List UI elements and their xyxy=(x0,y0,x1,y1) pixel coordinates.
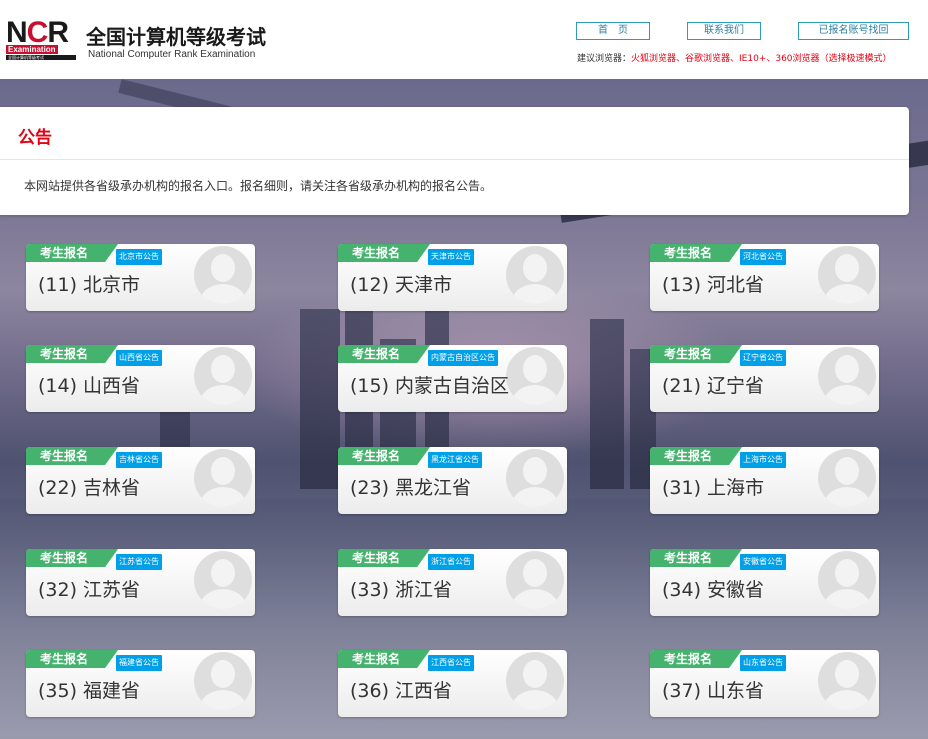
announcement-badge[interactable]: 江西省公告 xyxy=(428,655,474,671)
announcement-badge[interactable]: 黑龙江省公告 xyxy=(428,452,482,468)
user-avatar-icon xyxy=(818,246,876,304)
browser-tip-label: 建议浏览器： xyxy=(577,54,632,64)
site-subtitle: National Computer Rank Examination xyxy=(88,49,256,60)
account-recovery-button[interactable]: 已报名账号找回 xyxy=(798,22,909,40)
home-button[interactable]: 首 页 xyxy=(576,22,650,40)
registration-tag-label: 考生报名 xyxy=(352,652,401,666)
province-name: (21) 辽宁省 xyxy=(662,375,765,397)
user-avatar-icon xyxy=(194,347,252,405)
logo-mark: NCR xyxy=(6,16,69,49)
province-card[interactable]: 考生报名 江西省公告 (36) 江西省 xyxy=(338,650,567,717)
announcement-badge[interactable]: 福建省公告 xyxy=(116,655,162,671)
notice-divider xyxy=(0,159,909,160)
ncre-logo[interactable]: NCR Examination 全国计算机等级考试 xyxy=(6,18,78,60)
province-card[interactable]: 考生报名 江苏省公告 (32) 江苏省 xyxy=(26,549,255,616)
user-avatar-icon xyxy=(506,652,564,710)
registration-tag-label: 考生报名 xyxy=(352,246,401,260)
province-card[interactable]: 考生报名 浙江省公告 (33) 浙江省 xyxy=(338,549,567,616)
province-card[interactable]: 考生报名 黑龙江省公告 (23) 黑龙江省 xyxy=(338,447,567,514)
logo-exam-label: Examination xyxy=(6,45,58,54)
contact-us-button[interactable]: 联系我们 xyxy=(687,22,761,40)
province-card[interactable]: 考生报名 吉林省公告 (22) 吉林省 xyxy=(26,447,255,514)
site-header: NCR Examination 全国计算机等级考试 全国计算机等级考试 Nati… xyxy=(0,0,928,79)
registration-tag-label: 考生报名 xyxy=(40,246,89,260)
registration-tag-label: 考生报名 xyxy=(664,347,713,361)
announcement-badge[interactable]: 山东省公告 xyxy=(740,655,786,671)
province-card[interactable]: 考生报名 内蒙古自治区公告 (15) 内蒙古自治区 xyxy=(338,345,567,412)
user-avatar-icon xyxy=(194,246,252,304)
province-card[interactable]: 考生报名 山西省公告 (14) 山西省 xyxy=(26,345,255,412)
registration-tag-label: 考生报名 xyxy=(40,347,89,361)
user-avatar-icon xyxy=(506,246,564,304)
registration-tag-label: 考生报名 xyxy=(40,449,89,463)
logo-sub-label: 全国计算机等级考试 xyxy=(6,55,76,60)
announcement-badge[interactable]: 天津市公告 xyxy=(428,249,474,265)
announcement-badge[interactable]: 江苏省公告 xyxy=(116,554,162,570)
province-name: (22) 吉林省 xyxy=(38,477,141,499)
notice-body: 本网站提供各省级承办机构的报名入口。报名细则，请关注各省级承办机构的报名公告。 xyxy=(24,179,493,193)
notice-panel: 公告 本网站提供各省级承办机构的报名入口。报名细则，请关注各省级承办机构的报名公… xyxy=(0,107,909,215)
announcement-badge[interactable]: 河北省公告 xyxy=(740,249,786,265)
province-name: (33) 浙江省 xyxy=(350,579,453,601)
building xyxy=(300,309,340,489)
registration-tag-label: 考生报名 xyxy=(40,652,89,666)
user-avatar-icon xyxy=(506,449,564,507)
province-name: (15) 内蒙古自治区 xyxy=(350,375,510,397)
user-avatar-icon xyxy=(818,347,876,405)
user-avatar-icon xyxy=(818,449,876,507)
province-name: (35) 福建省 xyxy=(38,680,141,702)
province-card[interactable]: 考生报名 辽宁省公告 (21) 辽宁省 xyxy=(650,345,879,412)
registration-tag-label: 考生报名 xyxy=(40,551,89,565)
province-name: (12) 天津市 xyxy=(350,274,453,296)
announcement-badge[interactable]: 浙江省公告 xyxy=(428,554,474,570)
user-avatar-icon xyxy=(194,449,252,507)
registration-tag-label: 考生报名 xyxy=(352,551,401,565)
province-name: (37) 山东省 xyxy=(662,680,765,702)
user-avatar-icon xyxy=(818,652,876,710)
announcement-badge[interactable]: 上海市公告 xyxy=(740,452,786,468)
province-name: (36) 江西省 xyxy=(350,680,453,702)
province-card[interactable]: 考生报名 福建省公告 (35) 福建省 xyxy=(26,650,255,717)
province-name: (34) 安徽省 xyxy=(662,579,765,601)
user-avatar-icon xyxy=(194,652,252,710)
province-name: (23) 黑龙江省 xyxy=(350,477,472,499)
notice-title: 公告 xyxy=(18,128,52,148)
site-title: 全国计算机等级考试 xyxy=(86,25,266,49)
announcement-badge[interactable]: 内蒙古自治区公告 xyxy=(428,350,498,366)
browser-tip-value: 火狐浏览器、谷歌浏览器、IE10+、360浏览器（选择极速模式） xyxy=(631,54,892,64)
registration-tag-label: 考生报名 xyxy=(664,551,713,565)
province-card[interactable]: 考生报名 北京市公告 (11) 北京市 xyxy=(26,244,255,311)
province-card[interactable]: 考生报名 天津市公告 (12) 天津市 xyxy=(338,244,567,311)
user-avatar-icon xyxy=(818,551,876,609)
province-name: (11) 北京市 xyxy=(38,274,141,296)
announcement-badge[interactable]: 北京市公告 xyxy=(116,249,162,265)
registration-tag-label: 考生报名 xyxy=(664,449,713,463)
announcement-badge[interactable]: 山西省公告 xyxy=(116,350,162,366)
province-name: (13) 河北省 xyxy=(662,274,765,296)
registration-tag-label: 考生报名 xyxy=(352,449,401,463)
user-avatar-icon xyxy=(194,551,252,609)
announcement-badge[interactable]: 吉林省公告 xyxy=(116,452,162,468)
user-avatar-icon xyxy=(506,347,564,405)
announcement-badge[interactable]: 辽宁省公告 xyxy=(740,350,786,366)
announcement-badge[interactable]: 安徽省公告 xyxy=(740,554,786,570)
province-card[interactable]: 考生报名 河北省公告 (13) 河北省 xyxy=(650,244,879,311)
province-name: (31) 上海市 xyxy=(662,477,765,499)
registration-tag-label: 考生报名 xyxy=(664,246,713,260)
province-name: (14) 山西省 xyxy=(38,375,141,397)
province-card[interactable]: 考生报名 上海市公告 (31) 上海市 xyxy=(650,447,879,514)
browser-recommendation: 建议浏览器：火狐浏览器、谷歌浏览器、IE10+、360浏览器（选择极速模式） xyxy=(577,53,892,65)
registration-tag-label: 考生报名 xyxy=(664,652,713,666)
building xyxy=(590,319,624,489)
user-avatar-icon xyxy=(506,551,564,609)
province-card[interactable]: 考生报名 山东省公告 (37) 山东省 xyxy=(650,650,879,717)
province-name: (32) 江苏省 xyxy=(38,579,141,601)
province-card[interactable]: 考生报名 安徽省公告 (34) 安徽省 xyxy=(650,549,879,616)
registration-tag-label: 考生报名 xyxy=(352,347,401,361)
